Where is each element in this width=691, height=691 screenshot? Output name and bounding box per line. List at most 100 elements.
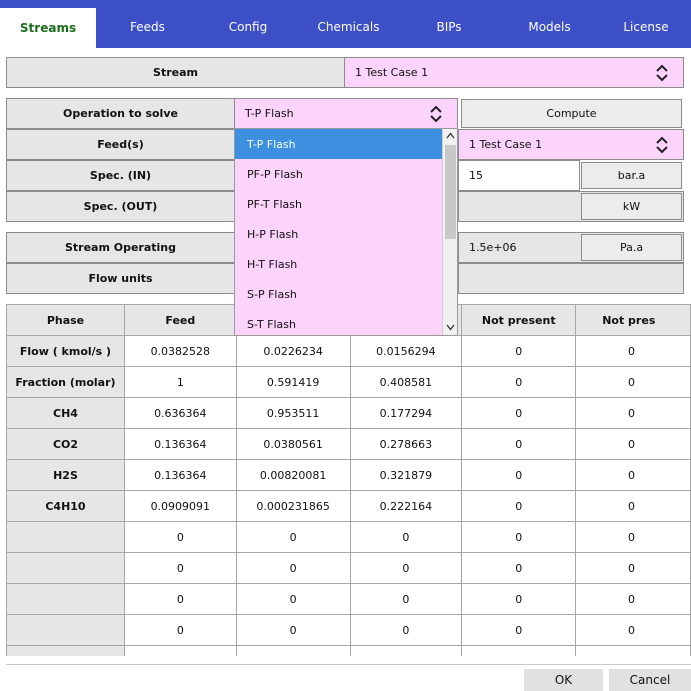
spec-in-unit[interactable]: bar.a [581,162,682,189]
table-cell: 0.222164 [349,490,463,522]
operation-select[interactable]: T-P Flash [234,98,458,129]
stream-label: Stream [6,57,345,88]
table-cell: 0 [461,583,577,615]
feeds-value: 1 Test Case 1 [469,138,543,151]
spec-in-input[interactable]: 15 [458,160,580,191]
row-header: Flow ( kmol/s ) [6,335,125,367]
table-row: 00000 [6,614,691,646]
dropdown-option[interactable]: H-P Flash [235,219,442,249]
table-cell: 0.136364 [123,428,237,460]
tab-models[interactable]: Models [498,8,601,46]
dropdown-option[interactable]: T-P Flash [235,129,442,159]
scroll-up-icon[interactable] [446,132,455,139]
table-cell: 0 [461,490,577,522]
table-cell: 0.0226234 [235,335,351,367]
table-cell: 0 [461,428,577,460]
dropdown-items: T-P Flash PF-P Flash PF-T Flash H-P Flash H-… [235,129,457,335]
table-cell [349,645,463,656]
column-header: Feed [123,304,237,336]
table-cell [123,645,237,656]
row-header [6,614,125,646]
spin-arrows-icon [430,105,442,122]
flow-units-field [458,263,684,294]
table-cell: 0 [575,614,691,646]
feeds-select[interactable]: 1 Test Case 1 [458,129,684,160]
scrollbar-thumb[interactable] [445,145,456,239]
table-cell: 0.0380561 [235,428,351,460]
tab-config[interactable]: Config [199,8,297,46]
table-cell [461,645,577,656]
table-cell: 0.000231865 [235,490,351,522]
footer-divider [6,664,691,665]
table-cell: 0 [575,583,691,615]
dropdown-option[interactable]: H-T Flash [235,249,442,279]
table-cell: 0 [461,459,577,491]
row-header: H2S [6,459,125,491]
table-cell: 0.00820081 [235,459,351,491]
stream-operating-unit[interactable]: Pa.a [581,234,682,261]
table-cell: 0.278663 [349,428,463,460]
operation-dropdown-list[interactable]: T-P Flash PF-P Flash PF-T Flash H-P Flash H-… [234,128,458,336]
table-row: 00000 [6,552,691,584]
cancel-button[interactable]: Cancel [609,669,691,691]
table-cell: 0.0156294 [349,335,463,367]
dropdown-option[interactable]: S-P Flash [235,279,442,309]
table-cell: 0 [123,521,237,553]
spin-arrows-icon [656,136,668,153]
table-row: CH4 0.636364 0.953511 0.177294 0 0 [6,397,691,429]
dropdown-option[interactable]: PF-P Flash [235,159,442,189]
table-cell: 0.636364 [123,397,237,429]
table-cell: 0 [461,614,577,646]
table-row: Flow ( kmol/s ) 0.0382528 0.0226234 0.01562… [6,335,691,367]
table-cell: 0 [575,552,691,584]
table-row: 00000 [6,521,691,553]
table-cell: 0 [575,397,691,429]
table-cell: 0 [349,614,463,646]
results-table-container: Phase Feed Not present Not pres Flow ( k… [6,304,691,656]
tab-bips[interactable]: BIPs [400,8,498,46]
table-cell: 0 [235,614,351,646]
row-header: CH4 [6,397,125,429]
row-header: C4H10 [6,490,125,522]
scroll-down-icon[interactable] [446,324,455,331]
spec-in-label: Spec. (IN) [6,160,235,191]
flow-units-label: Flow units [6,263,235,294]
table-cell [235,645,351,656]
table-cell: 0 [235,521,351,553]
column-header: Not present [461,304,577,336]
row-header [6,552,125,584]
spin-arrows-icon [656,64,668,81]
table-cell: 0 [461,335,577,367]
tab-chemicals[interactable]: Chemicals [297,8,400,46]
table-cell: 0.321879 [349,459,463,491]
table-cell: 0 [461,521,577,553]
spec-out-label: Spec. (OUT) [6,191,235,222]
stream-select[interactable]: 1 Test Case 1 [344,57,684,88]
spec-out-unit[interactable]: kW [581,193,682,220]
row-header: CO2 [6,428,125,460]
table-cell: 0 [461,552,577,584]
table-cell: 0 [349,521,463,553]
tab-license[interactable]: License [601,8,691,46]
table-cell: 0.0909091 [123,490,237,522]
table-cell: 0 [123,552,237,584]
compute-button[interactable]: Compute [461,99,682,128]
ok-button[interactable]: OK [524,669,603,691]
tab-feeds[interactable]: Feeds [96,8,199,46]
table-cell: 0.136364 [123,459,237,491]
row-header [6,645,125,656]
row-header [6,521,125,553]
table-cell: 0 [461,366,577,398]
table-cell: 1 [123,366,237,398]
table-cell: 0 [123,614,237,646]
results-table: Phase Feed Not present Not pres Flow ( k… [6,304,691,656]
dropdown-option[interactable]: PF-T Flash [235,189,442,219]
table-cell: 0 [575,490,691,522]
tab-streams[interactable]: Streams [0,8,96,48]
table-cell: 0 [575,428,691,460]
dropdown-option[interactable]: S-T Flash [235,309,442,335]
stream-operating-label: Stream Operating [6,232,235,263]
table-cell: 0 [349,583,463,615]
table-cell: 0.0382528 [123,335,237,367]
dropdown-scrollbar[interactable] [442,129,457,335]
